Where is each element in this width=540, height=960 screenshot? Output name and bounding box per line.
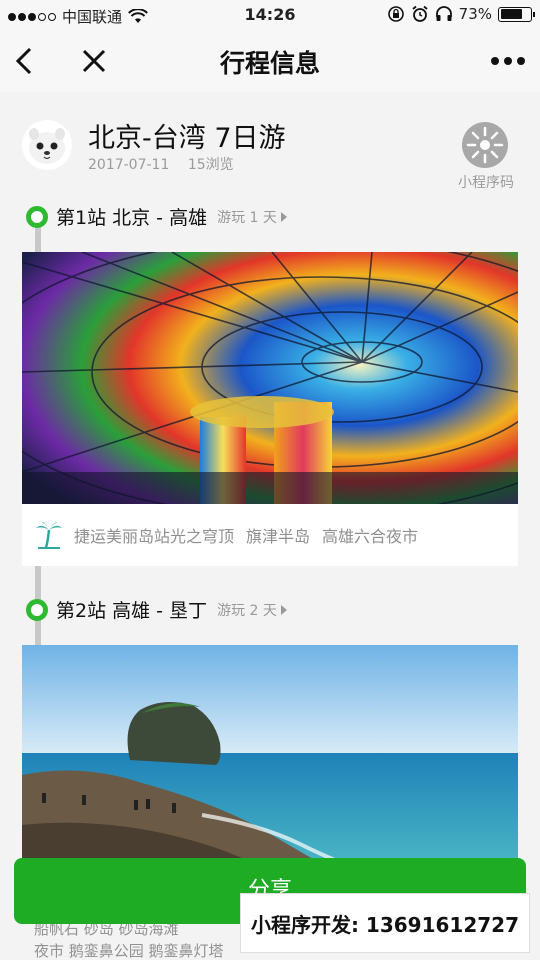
- battery-icon: [498, 6, 535, 22]
- spot-list-partial: 夜市 鹅銮鼻公园 鹅銮鼻灯塔: [34, 942, 224, 960]
- qrcode-graphic: [466, 126, 504, 164]
- chevron-right-icon: [280, 211, 287, 222]
- rotation-lock-icon: [387, 6, 404, 22]
- station-dot-icon: [26, 205, 48, 228]
- status-bar: 中国联通 14:26 73%: [0, 0, 540, 30]
- battery-percent: 73%: [458, 5, 492, 23]
- station-header[interactable]: 第2站 高雄 - 垦丁 游玩 2 天: [26, 596, 287, 623]
- spot-item[interactable]: 旗津半岛: [246, 523, 310, 547]
- battery-fill: [500, 9, 522, 19]
- station-card[interactable]: [22, 645, 518, 875]
- mini-program-code-icon[interactable]: [462, 122, 508, 168]
- mini-program-code-label: 小程序码: [458, 175, 514, 191]
- spot-item[interactable]: 捷运美丽岛站光之穹顶: [74, 523, 234, 547]
- trip-header: 北京-台湾 7日游 2017-07-11 15浏览 小程序码: [0, 92, 540, 192]
- station-dot-icon: [26, 598, 48, 621]
- spot-item[interactable]: 高雄六合夜市: [322, 523, 418, 547]
- seal-avatar-icon: [29, 128, 65, 164]
- palm-tree-icon: [36, 522, 62, 549]
- station-duration: 游玩 2 天: [217, 602, 277, 619]
- trip-date: 2017-07-11: [88, 157, 170, 173]
- view-count: 15浏览: [187, 157, 234, 173]
- alarm-icon: [412, 5, 428, 22]
- more-dots-icon: [491, 57, 525, 65]
- sail-rock-photo: [22, 645, 518, 875]
- status-right: 73%: [387, 5, 535, 23]
- station-duration: 游玩 1 天: [217, 209, 277, 226]
- station-name: 第2站 高雄 - 垦丁: [56, 600, 208, 622]
- more-button[interactable]: [486, 44, 530, 78]
- page-title: 行程信息: [219, 49, 320, 78]
- station-card[interactable]: 捷运美丽岛站光之穹顶 旗津半岛 高雄六合夜市: [22, 252, 518, 566]
- nav-bar: 行程信息: [0, 30, 540, 92]
- station-name: 第1站 北京 - 高雄: [56, 207, 208, 229]
- trip-title: 北京-台湾 7日游: [88, 123, 286, 154]
- chevron-right-icon: [280, 604, 287, 615]
- station-header[interactable]: 第1站 北京 - 高雄 游玩 1 天: [26, 203, 287, 230]
- developer-watermark: 小程序开发: 13691612727: [240, 893, 530, 953]
- spot-list: 捷运美丽岛站光之穹顶 旗津半岛 高雄六合夜市: [22, 504, 518, 566]
- avatar[interactable]: [22, 120, 72, 170]
- headphones-icon: [435, 6, 452, 21]
- trip-meta: 2017-07-11 15浏览: [88, 154, 234, 174]
- dome-of-light-photo: [22, 252, 518, 504]
